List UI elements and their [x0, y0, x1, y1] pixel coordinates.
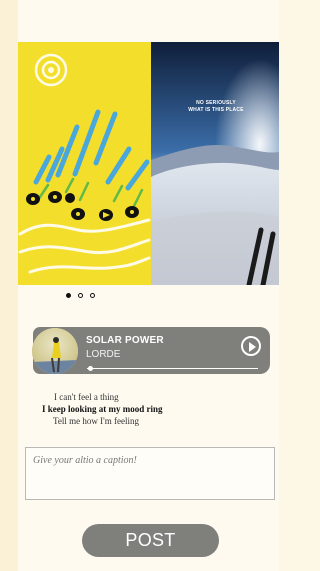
carousel-pagination[interactable] — [66, 293, 95, 298]
album-art — [32, 328, 78, 374]
caption-input[interactable] — [25, 447, 275, 500]
music-player-card[interactable]: SOLAR POWER LORDE — [32, 327, 270, 374]
carousel-dot-3[interactable] — [90, 293, 95, 298]
track-title: SOLAR POWER — [86, 335, 164, 346]
lyric-line-1: I can't feel a thing — [54, 392, 119, 402]
carousel-dot-1[interactable] — [66, 293, 71, 298]
progress-bar[interactable] — [87, 368, 258, 369]
left-margin-strip — [0, 0, 18, 571]
media-carousel[interactable]: NO SERIOUSLY WHAT IS THIS PLACE — [18, 42, 279, 285]
carousel-dot-2[interactable] — [78, 293, 83, 298]
play-icon[interactable] — [241, 336, 261, 356]
track-artist: LORDE — [86, 349, 121, 360]
progress-knob[interactable] — [88, 366, 94, 371]
post-button[interactable]: POST — [82, 524, 219, 557]
overlay-line-2: WHAT IS THIS PLACE — [188, 107, 244, 113]
lyric-line-2-current: I keep looking at my mood ring — [42, 404, 163, 414]
overlay-line-1: NO SERIOUSLY — [196, 100, 236, 106]
snow-mountain-photo: NO SERIOUSLY WHAT IS THIS PLACE — [151, 42, 279, 285]
abstract-art-image — [18, 42, 151, 285]
lyric-line-3: Tell me how I'm feeling — [53, 416, 139, 426]
photo-overlay-caption: NO SERIOUSLY WHAT IS THIS PLACE — [161, 100, 271, 114]
